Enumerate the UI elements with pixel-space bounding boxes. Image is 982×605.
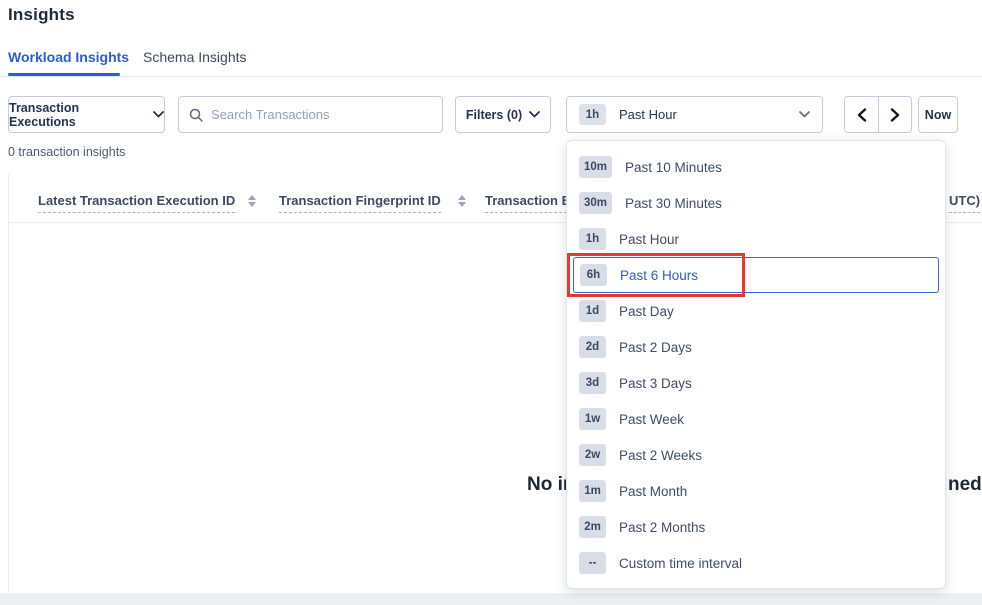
search-box[interactable] xyxy=(178,96,443,133)
time-nav-arrows xyxy=(844,96,912,133)
previous-interval-button[interactable] xyxy=(845,97,878,132)
time-interval-label: Past Hour xyxy=(619,107,677,122)
time-option-badge: 2m xyxy=(579,516,606,538)
search-input[interactable] xyxy=(211,107,432,122)
time-option-label: Past Month xyxy=(619,484,687,499)
time-interval-badge: 1h xyxy=(579,104,606,125)
time-interval-option[interactable]: 1h Past Hour xyxy=(567,221,945,257)
time-interval-option[interactable]: 1m Past Month xyxy=(567,473,945,509)
transaction-type-select[interactable]: Transaction Executions xyxy=(8,96,165,133)
time-option-badge: 1d xyxy=(579,300,606,322)
column-header-utc-clipped[interactable]: UTC) xyxy=(949,193,980,213)
sort-icon[interactable] xyxy=(458,195,466,207)
time-option-badge: 10m xyxy=(579,156,612,178)
transaction-type-label: Transaction Executions xyxy=(9,101,146,129)
column-header-transaction-fingerprint-id[interactable]: Transaction Fingerprint ID xyxy=(279,193,441,213)
chevron-down-icon xyxy=(529,111,540,118)
time-interval-option[interactable]: 2d Past 2 Days xyxy=(567,329,945,365)
column-header-transaction-execution-clipped[interactable]: Transaction Ex xyxy=(485,193,577,213)
tab-schema-insights[interactable]: Schema Insights xyxy=(143,49,247,65)
time-interval-option[interactable]: 30m Past 30 Minutes xyxy=(567,185,945,221)
time-option-badge: 6h xyxy=(580,264,607,286)
time-option-label: Past 6 Hours xyxy=(620,268,698,283)
time-option-label: Past 2 Months xyxy=(619,520,705,535)
time-option-badge: 3d xyxy=(579,372,606,394)
time-interval-option[interactable]: 10m Past 10 Minutes xyxy=(567,149,945,185)
time-option-badge: 1m xyxy=(579,480,606,502)
time-interval-option[interactable]: 2m Past 2 Months xyxy=(567,509,945,545)
filters-button[interactable]: Filters (0) xyxy=(455,96,551,133)
time-option-badge: -- xyxy=(579,552,606,574)
time-option-label: Past 10 Minutes xyxy=(625,160,722,175)
time-interval-option[interactable]: -- Custom time interval xyxy=(567,545,945,581)
time-option-label: Past 2 Days xyxy=(619,340,692,355)
time-interval-option[interactable]: 1w Past Week xyxy=(567,401,945,437)
time-interval-option[interactable]: 3d Past 3 Days xyxy=(567,365,945,401)
insights-page: Insights Workload Insights Schema Insigh… xyxy=(0,0,982,605)
next-interval-button[interactable] xyxy=(878,97,911,132)
search-icon xyxy=(189,108,203,122)
column-header-latest-transaction-execution-id[interactable]: Latest Transaction Execution ID xyxy=(38,193,235,213)
time-option-label: Past Hour xyxy=(619,232,679,247)
time-interval-dropdown: 10m Past 10 Minutes 30m Past 30 Minutes … xyxy=(566,140,946,589)
time-option-badge: 1h xyxy=(579,228,606,250)
time-interval-trigger[interactable]: 1h Past Hour xyxy=(566,96,823,133)
time-option-badge: 30m xyxy=(579,192,612,214)
now-label: Now xyxy=(925,108,951,122)
sort-icon[interactable] xyxy=(248,195,256,207)
time-interval-option[interactable]: 2w Past 2 Weeks xyxy=(567,437,945,473)
filters-label: Filters (0) xyxy=(466,108,522,122)
time-option-badge: 2w xyxy=(579,444,606,466)
time-option-label: Past 3 Days xyxy=(619,376,692,391)
insights-count: 0 transaction insights xyxy=(8,145,125,159)
time-option-badge: 1w xyxy=(579,408,606,430)
page-bottom-strip xyxy=(0,593,982,605)
time-interval-option[interactable]: 1d Past Day xyxy=(567,293,945,329)
time-option-label: Past 30 Minutes xyxy=(625,196,722,211)
time-option-label: Past Week xyxy=(619,412,684,427)
time-option-label: Past Day xyxy=(619,304,674,319)
time-option-label: Custom time interval xyxy=(619,556,742,571)
now-button[interactable]: Now xyxy=(918,96,958,133)
time-option-badge: 2d xyxy=(579,336,606,358)
empty-state-message-end: ned. xyxy=(948,474,982,496)
time-interval-option[interactable]: 6h Past 6 Hours xyxy=(573,257,939,293)
tab-workload-insights[interactable]: Workload Insights xyxy=(8,49,129,65)
page-title: Insights xyxy=(8,5,75,25)
tabs-divider xyxy=(0,76,982,77)
time-option-label: Past 2 Weeks xyxy=(619,448,702,463)
chevron-down-icon xyxy=(799,111,810,118)
chevron-down-icon xyxy=(153,111,164,118)
